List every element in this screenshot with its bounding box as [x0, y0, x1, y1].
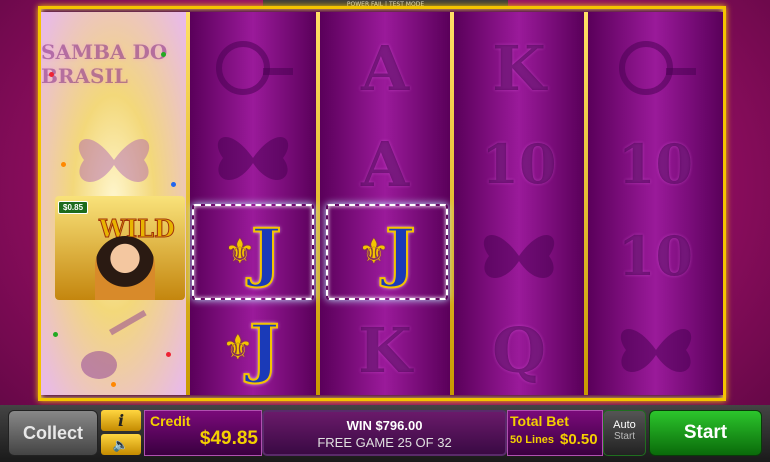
reel-4: K 10 Q [454, 12, 584, 395]
samba-logo-symbol: SAMBA DO BRASIL [41, 40, 168, 88]
tambourine-symbol [588, 20, 723, 116]
ace-symbol: A [360, 31, 410, 105]
auto-start-button[interactable]: Auto Start [603, 410, 646, 456]
lines-label: 50 Lines [510, 434, 555, 446]
free-game-counter: FREE GAME 25 OF 32 [317, 435, 452, 450]
win-message-panel: WIN $796.00 FREE GAME 25 OF 32 [262, 410, 507, 456]
jack-symbol: J [250, 214, 282, 291]
ten-symbol: 10 [481, 132, 557, 196]
butterfly-icon [78, 139, 149, 182]
butterfly-symbol [454, 208, 584, 304]
bet-value: $0.50 [560, 431, 598, 448]
line-win-badge: $0.85 [58, 201, 89, 214]
guitar-icon [80, 310, 147, 379]
butterfly-symbol [588, 302, 723, 395]
slot-game-screen: POWER FAIL | TEST MODE SAMBA DO BRASIL A… [0, 0, 770, 462]
butterfly-icon [217, 137, 289, 180]
winning-symbol-frame: ⚜ J [326, 204, 448, 300]
ten-symbol: 10 [617, 224, 694, 288]
king-symbol: K [358, 313, 412, 387]
auto-start-label: Start [613, 431, 636, 442]
queen-symbol: Q [491, 313, 546, 387]
king-symbol: K [492, 31, 546, 105]
info-button[interactable]: i [101, 410, 141, 431]
butterfly-icon [620, 329, 691, 372]
tambourine-icon [216, 41, 293, 95]
auto-label: Auto [613, 419, 636, 431]
collect-button[interactable]: Collect [8, 410, 98, 456]
sound-button[interactable]: 🔈 [101, 434, 141, 455]
start-button[interactable]: Start [649, 410, 762, 456]
credit-label: Credit [150, 413, 191, 429]
butterfly-symbol [190, 110, 316, 206]
jack-symbol: J [248, 310, 280, 387]
butterfly-icon [483, 235, 555, 278]
dancer-image [95, 236, 155, 300]
speaker-icon: 🔈 [112, 436, 130, 452]
win-amount-text: WIN $796.00 [346, 418, 423, 433]
butterfly-symbol [41, 112, 186, 208]
total-bet-label: Total Bet [510, 413, 569, 429]
jack-symbol-cell: ⚜ J [192, 304, 310, 392]
winning-symbol-frame: ⚜ J [192, 204, 314, 300]
ace-symbol: A [360, 127, 410, 201]
reel-5: 10 10 [588, 12, 723, 395]
jack-symbol: J [384, 214, 416, 291]
tambourine-symbol [190, 20, 316, 116]
credit-value: $49.85 [199, 428, 258, 449]
ten-symbol: 10 [617, 132, 694, 196]
tambourine-icon [618, 41, 696, 95]
